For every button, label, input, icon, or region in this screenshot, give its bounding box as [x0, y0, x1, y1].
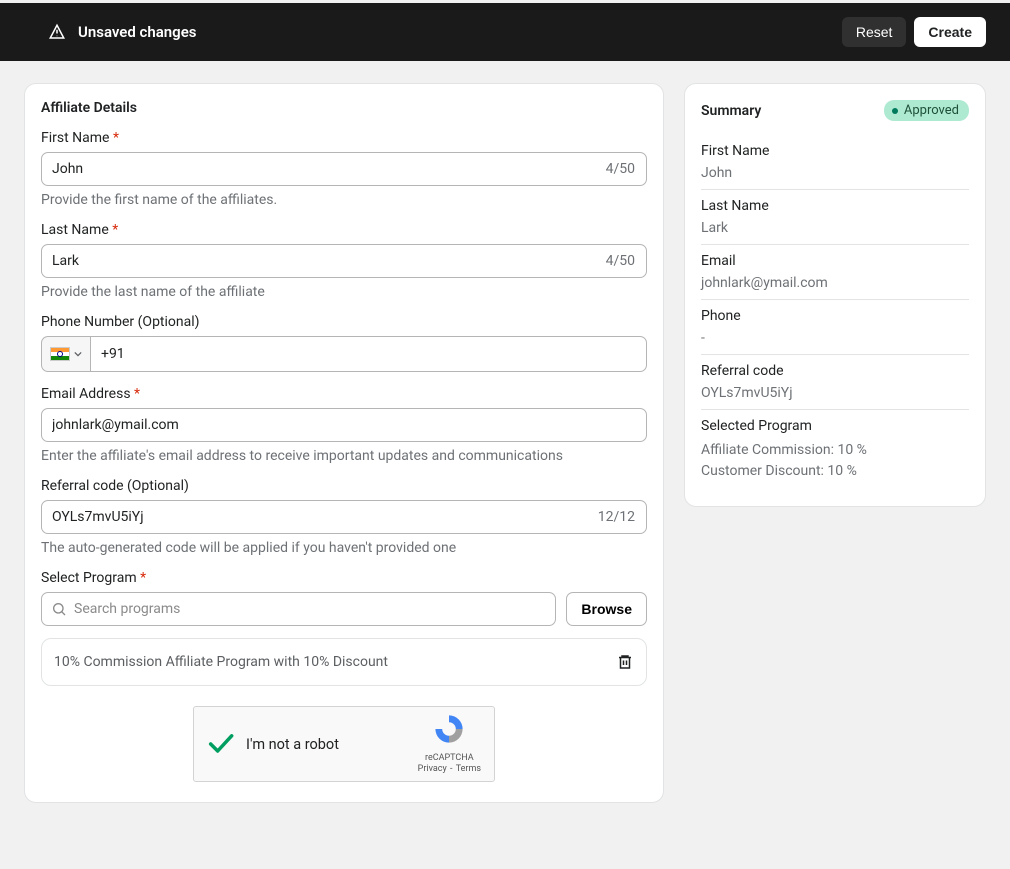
captcha-checkmark-icon — [206, 730, 234, 758]
captcha-terms-link[interactable]: Terms — [456, 764, 481, 774]
program-label: Select Program * — [41, 570, 647, 586]
unsaved-text: Unsaved changes — [78, 23, 197, 41]
status-badge: Approved — [884, 100, 969, 121]
summary-phone: Phone - — [701, 300, 969, 355]
summary-referral: Referral code OYLs7mvU5iYj — [701, 355, 969, 410]
phone-input[interactable] — [90, 336, 647, 372]
captcha-privacy-link[interactable]: Privacy — [418, 764, 447, 774]
program-field: Select Program * Browse 10% Commission A… — [41, 570, 647, 686]
referral-help: The auto-generated code will be applied … — [41, 540, 647, 556]
topbar: Unsaved changes Reset Create — [0, 3, 1010, 61]
phone-field: Phone Number (Optional) — [41, 314, 647, 372]
affiliate-details-card: Affiliate Details First Name * 4/50 Prov… — [24, 83, 664, 803]
summary-first-name: First Name John — [701, 135, 969, 190]
summary-last-name: Last Name Lark — [701, 190, 969, 245]
selected-program-chip: 10% Commission Affiliate Program with 10… — [41, 638, 647, 686]
captcha-branding: reCAPTCHA Privacy - Terms — [417, 712, 482, 776]
first-name-help: Provide the first name of the affiliates… — [41, 192, 647, 208]
card-title: Affiliate Details — [41, 100, 647, 116]
summary-card: Summary Approved First Name John Last Na… — [684, 83, 986, 507]
content-container: Affiliate Details First Name * 4/50 Prov… — [0, 61, 1010, 825]
last-name-input[interactable] — [41, 244, 647, 278]
alert-icon — [48, 23, 66, 41]
last-name-label: Last Name * — [41, 222, 647, 238]
captcha-label: I'm not a robot — [246, 736, 405, 753]
summary-title: Summary — [701, 103, 761, 119]
program-search-input[interactable] — [41, 592, 556, 626]
referral-label: Referral code (Optional) — [41, 478, 647, 494]
first-name-input[interactable] — [41, 152, 647, 186]
first-name-label: First Name * — [41, 130, 647, 146]
topbar-actions: Reset Create — [842, 17, 986, 47]
country-flag-select[interactable] — [41, 336, 90, 372]
summary-program: Selected Program Affiliate Commission: 1… — [701, 410, 969, 490]
search-icon — [51, 601, 67, 617]
recaptcha-widget[interactable]: I'm not a robot reCAPTCHA Privacy - Term… — [193, 706, 495, 782]
email-help: Enter the affiliate's email address to r… — [41, 448, 647, 464]
last-name-field: Last Name * 4/50 Provide the last name o… — [41, 222, 647, 300]
trash-icon[interactable] — [616, 653, 634, 671]
email-label: Email Address * — [41, 386, 647, 402]
create-button[interactable]: Create — [914, 17, 986, 47]
india-flag-icon — [50, 347, 70, 361]
chevron-down-icon — [74, 351, 82, 357]
selected-program-label: 10% Commission Affiliate Program with 10… — [54, 654, 388, 670]
summary-email: Email johnlark@ymail.com — [701, 245, 969, 300]
referral-input[interactable] — [41, 500, 647, 534]
recaptcha-logo-icon — [431, 712, 467, 746]
reset-button[interactable]: Reset — [842, 17, 907, 47]
referral-field: Referral code (Optional) 12/12 The auto-… — [41, 478, 647, 556]
email-input[interactable] — [41, 408, 647, 442]
last-name-help: Provide the last name of the affiliate — [41, 284, 647, 300]
unsaved-changes-indicator: Unsaved changes — [48, 23, 197, 41]
email-field: Email Address * Enter the affiliate's em… — [41, 386, 647, 464]
summary-header: Summary Approved — [701, 100, 969, 121]
first-name-field: First Name * 4/50 Provide the first name… — [41, 130, 647, 208]
phone-label: Phone Number (Optional) — [41, 314, 647, 330]
browse-button[interactable]: Browse — [566, 592, 647, 626]
